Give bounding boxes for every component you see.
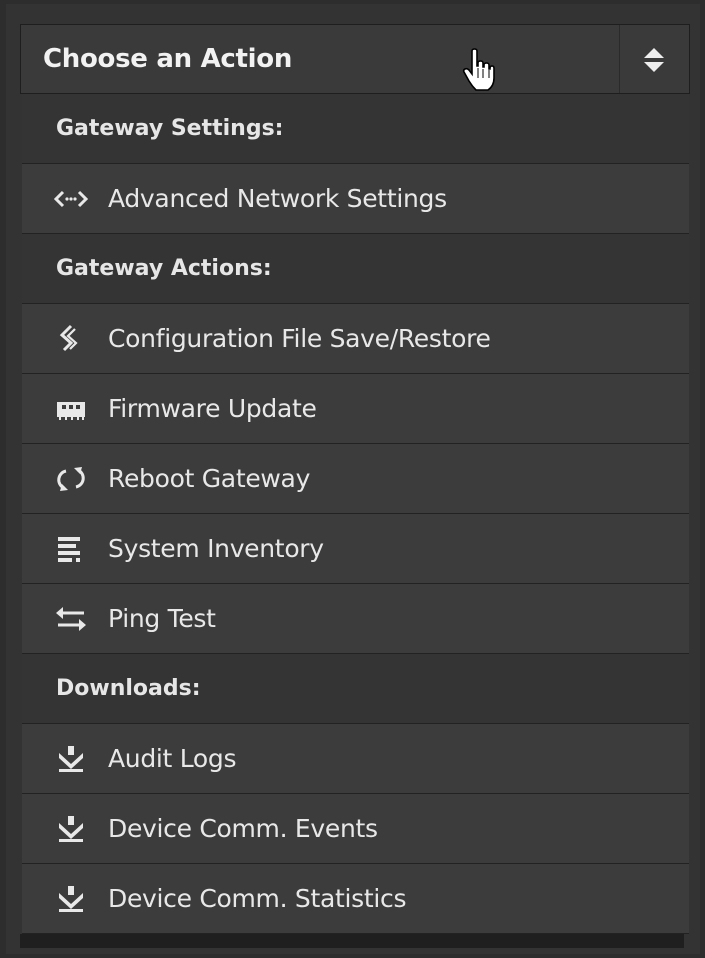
menu-item-label: Reboot Gateway bbox=[108, 464, 311, 493]
action-menu: Gateway Settings: Advanced Network Setti… bbox=[22, 94, 689, 934]
menu-item-device-comm-statistics[interactable]: Device Comm. Statistics bbox=[22, 864, 689, 934]
menu-item-configuration-file[interactable]: Configuration File Save/Restore bbox=[22, 304, 689, 374]
menu-header-label: Downloads: bbox=[56, 676, 201, 701]
menu-item-label: Advanced Network Settings bbox=[108, 184, 447, 213]
select-toggle[interactable] bbox=[619, 25, 689, 93]
menu-item-ping-test[interactable]: Ping Test bbox=[22, 584, 689, 654]
action-select-label: Choose an Action bbox=[43, 44, 293, 74]
menu-item-label: Device Comm. Statistics bbox=[108, 884, 407, 913]
exchange-arrows-icon bbox=[54, 604, 88, 634]
sort-arrows-icon bbox=[644, 48, 664, 72]
menu-item-label: Ping Test bbox=[108, 604, 216, 633]
menu-header-label: Gateway Settings: bbox=[56, 116, 284, 141]
config-file-icon bbox=[54, 324, 88, 354]
download-icon bbox=[54, 744, 88, 774]
chip-icon bbox=[54, 394, 88, 424]
menu-item-audit-logs[interactable]: Audit Logs bbox=[22, 724, 689, 794]
code-arrows-icon bbox=[54, 184, 88, 214]
menu-item-device-comm-events[interactable]: Device Comm. Events bbox=[22, 794, 689, 864]
menu-item-reboot-gateway[interactable]: Reboot Gateway bbox=[22, 444, 689, 514]
hand-cursor-icon bbox=[462, 48, 496, 96]
list-icon bbox=[54, 534, 88, 564]
menu-item-label: Device Comm. Events bbox=[108, 814, 378, 843]
menu-item-advanced-network-settings[interactable]: Advanced Network Settings bbox=[22, 164, 689, 234]
menu-item-label: Firmware Update bbox=[108, 394, 317, 423]
bottom-strip bbox=[20, 934, 684, 948]
action-select[interactable]: Choose an Action bbox=[20, 24, 690, 94]
menu-item-firmware-update[interactable]: Firmware Update bbox=[22, 374, 689, 444]
menu-item-label: Audit Logs bbox=[108, 744, 237, 773]
menu-header-label: Gateway Actions: bbox=[56, 256, 272, 281]
menu-item-system-inventory[interactable]: System Inventory bbox=[22, 514, 689, 584]
menu-item-label: Configuration File Save/Restore bbox=[108, 324, 491, 353]
refresh-icon bbox=[54, 464, 88, 494]
download-icon bbox=[54, 884, 88, 914]
menu-header-gateway-actions: Gateway Actions: bbox=[22, 234, 689, 304]
menu-item-label: System Inventory bbox=[108, 534, 324, 563]
menu-header-downloads: Downloads: bbox=[22, 654, 689, 724]
menu-header-gateway-settings: Gateway Settings: bbox=[22, 94, 689, 164]
download-icon bbox=[54, 814, 88, 844]
